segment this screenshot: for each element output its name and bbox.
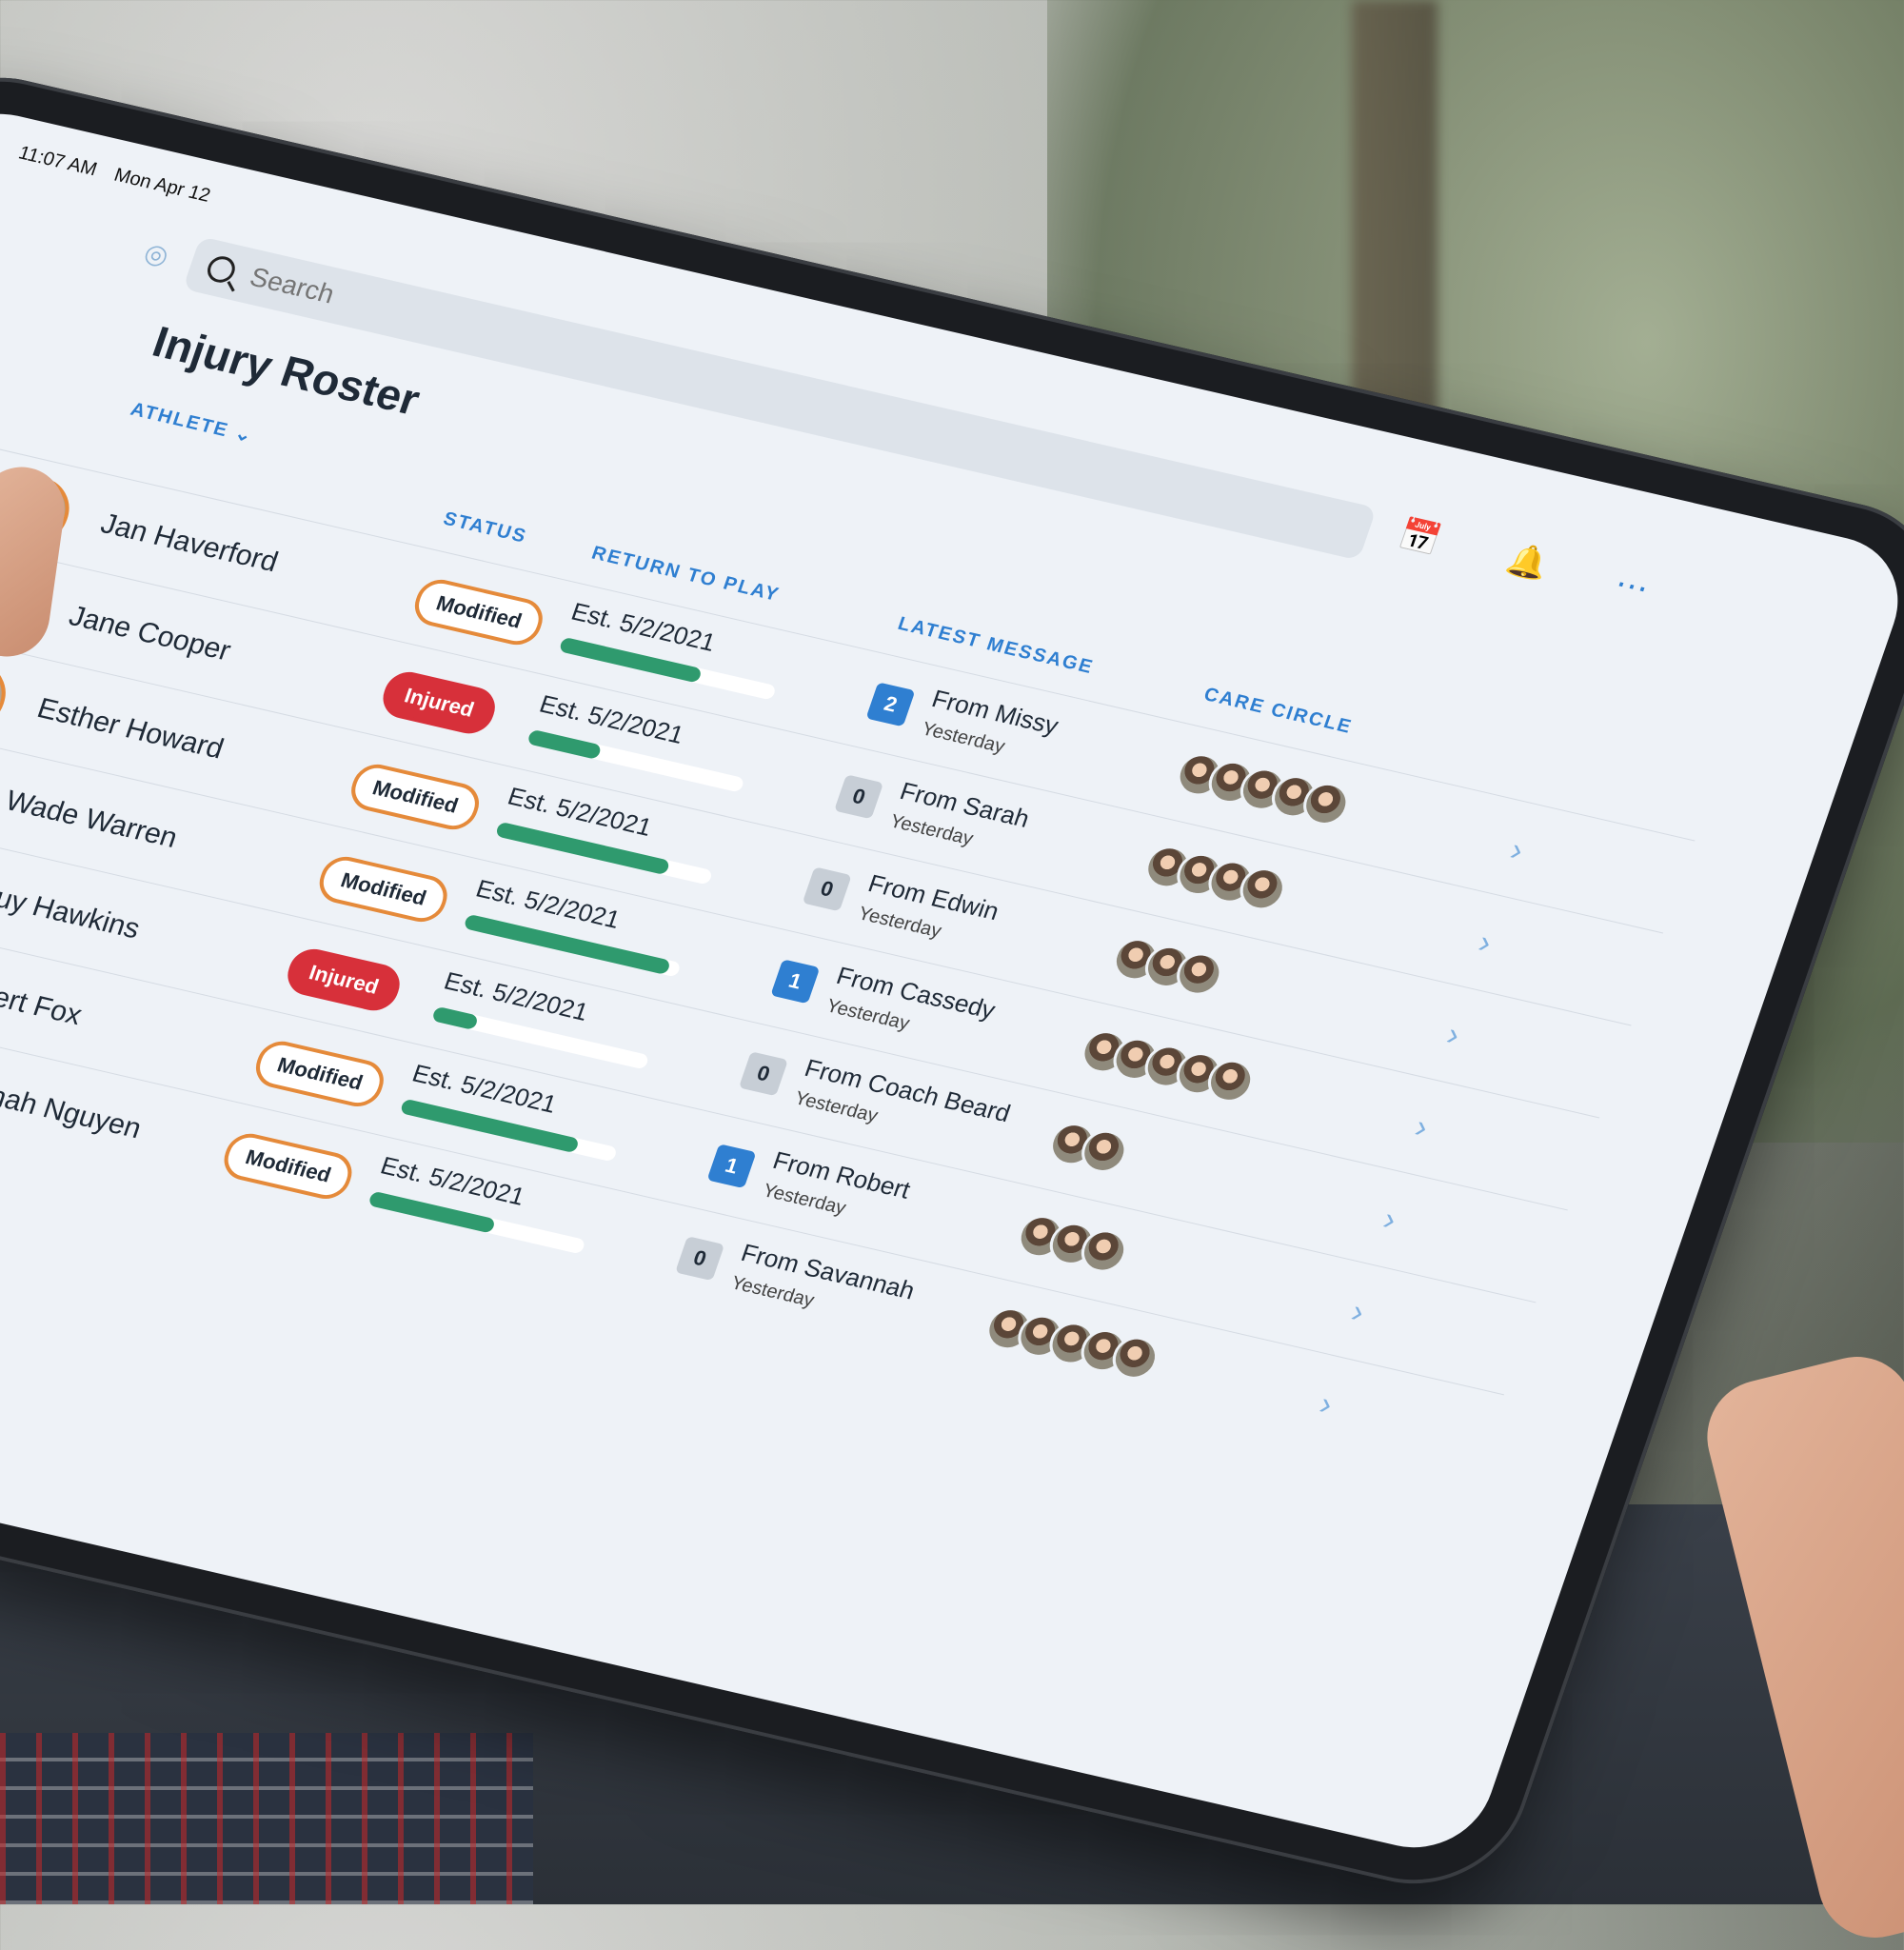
bell-icon[interactable]: 🔔 <box>1502 540 1554 586</box>
care-circle-avatars[interactable] <box>1076 1025 1259 1107</box>
column-athlete-label: ATHLETE <box>128 399 232 442</box>
athlete-name: Wade Warren <box>1 785 182 854</box>
status-bar: 11:07 AM Mon Apr 12 <box>15 143 213 208</box>
athlete-name: Robert Fox <box>0 969 87 1032</box>
chevron-right-icon[interactable]: › <box>1474 924 1496 962</box>
column-care-circle[interactable]: CARE CIRCLE <box>1200 684 1356 739</box>
status-badge: Modified <box>408 575 549 649</box>
care-circle-avatars[interactable] <box>1107 933 1228 1001</box>
care-circle-avatars[interactable] <box>1139 841 1292 915</box>
care-circle-avatars[interactable] <box>1171 748 1355 830</box>
chevron-right-icon[interactable]: › <box>1410 1108 1433 1146</box>
plaid-shirt <box>0 1733 533 1904</box>
chevron-right-icon[interactable]: › <box>1442 1016 1464 1054</box>
more-icon[interactable]: ⋯ <box>1610 565 1654 608</box>
status-badge: Modified <box>218 1129 359 1204</box>
chevron-down-icon: ⌄ <box>231 423 257 448</box>
message-count-badge: 1 <box>770 959 821 1005</box>
message-count-badge: 0 <box>802 866 852 912</box>
message-count-badge: 0 <box>738 1051 788 1097</box>
message-count-badge: 2 <box>865 682 916 727</box>
column-athlete[interactable]: ATHLETE ⌄ <box>128 397 257 448</box>
status-badge: Modified <box>345 760 486 834</box>
progress-fill <box>431 1005 480 1031</box>
calendar-icon[interactable]: 📅 <box>1394 515 1446 561</box>
message-count-badge: 0 <box>675 1236 725 1282</box>
chevron-right-icon[interactable]: › <box>1315 1385 1337 1423</box>
athlete-avatar <box>0 654 15 738</box>
athlete-name: Jan Haverford <box>96 507 283 579</box>
status-badge: Injured <box>281 945 407 1016</box>
status-badge: Injured <box>376 667 502 739</box>
column-status[interactable]: STATUS <box>440 508 530 548</box>
chevron-right-icon[interactable]: › <box>1378 1201 1400 1239</box>
athlete-name: Esther Howard <box>32 692 228 766</box>
message-count-badge: 0 <box>834 774 884 820</box>
care-circle-avatars[interactable] <box>1012 1210 1133 1278</box>
status-badge: Modified <box>249 1037 390 1111</box>
progress-fill <box>526 728 603 760</box>
status-time: 11:07 AM <box>15 142 100 181</box>
chevron-right-icon[interactable]: › <box>1505 831 1528 869</box>
athlete-name: Jane Cooper <box>65 600 235 667</box>
athlete-name: Guy Hawkins <box>0 877 145 945</box>
message-count-badge: 1 <box>706 1144 757 1189</box>
care-circle-avatars[interactable] <box>980 1303 1164 1384</box>
status-badge: Modified <box>313 852 454 926</box>
search-icon <box>204 253 239 286</box>
status-date: Mon Apr 12 <box>110 164 213 207</box>
toolbar: 📅 🔔 ⋯ <box>1394 515 1654 608</box>
chevron-right-icon[interactable]: › <box>1346 1293 1369 1331</box>
hide-eye-icon[interactable]: ◎ <box>141 236 184 270</box>
care-circle-avatars[interactable] <box>1043 1118 1133 1178</box>
